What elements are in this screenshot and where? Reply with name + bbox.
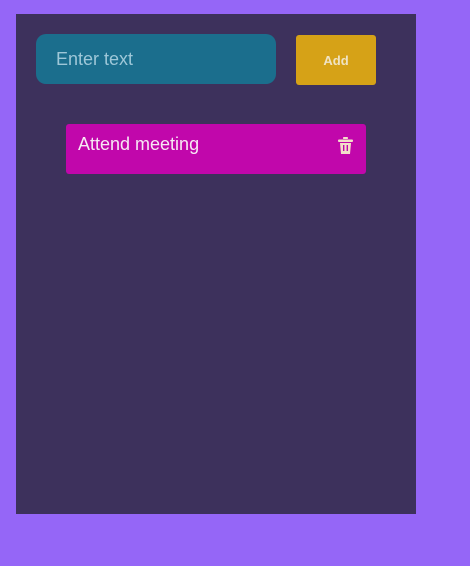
- todo-app-panel: Add Attend meeting: [16, 14, 416, 514]
- add-button[interactable]: Add: [296, 35, 376, 85]
- delete-todo-button[interactable]: [334, 134, 356, 156]
- todo-item-label: Attend meeting: [78, 134, 200, 154]
- todo-item: Attend meeting: [66, 124, 366, 174]
- trash-icon: [337, 136, 353, 154]
- todo-list: Attend meeting: [66, 124, 366, 184]
- todo-text-input[interactable]: [36, 34, 276, 84]
